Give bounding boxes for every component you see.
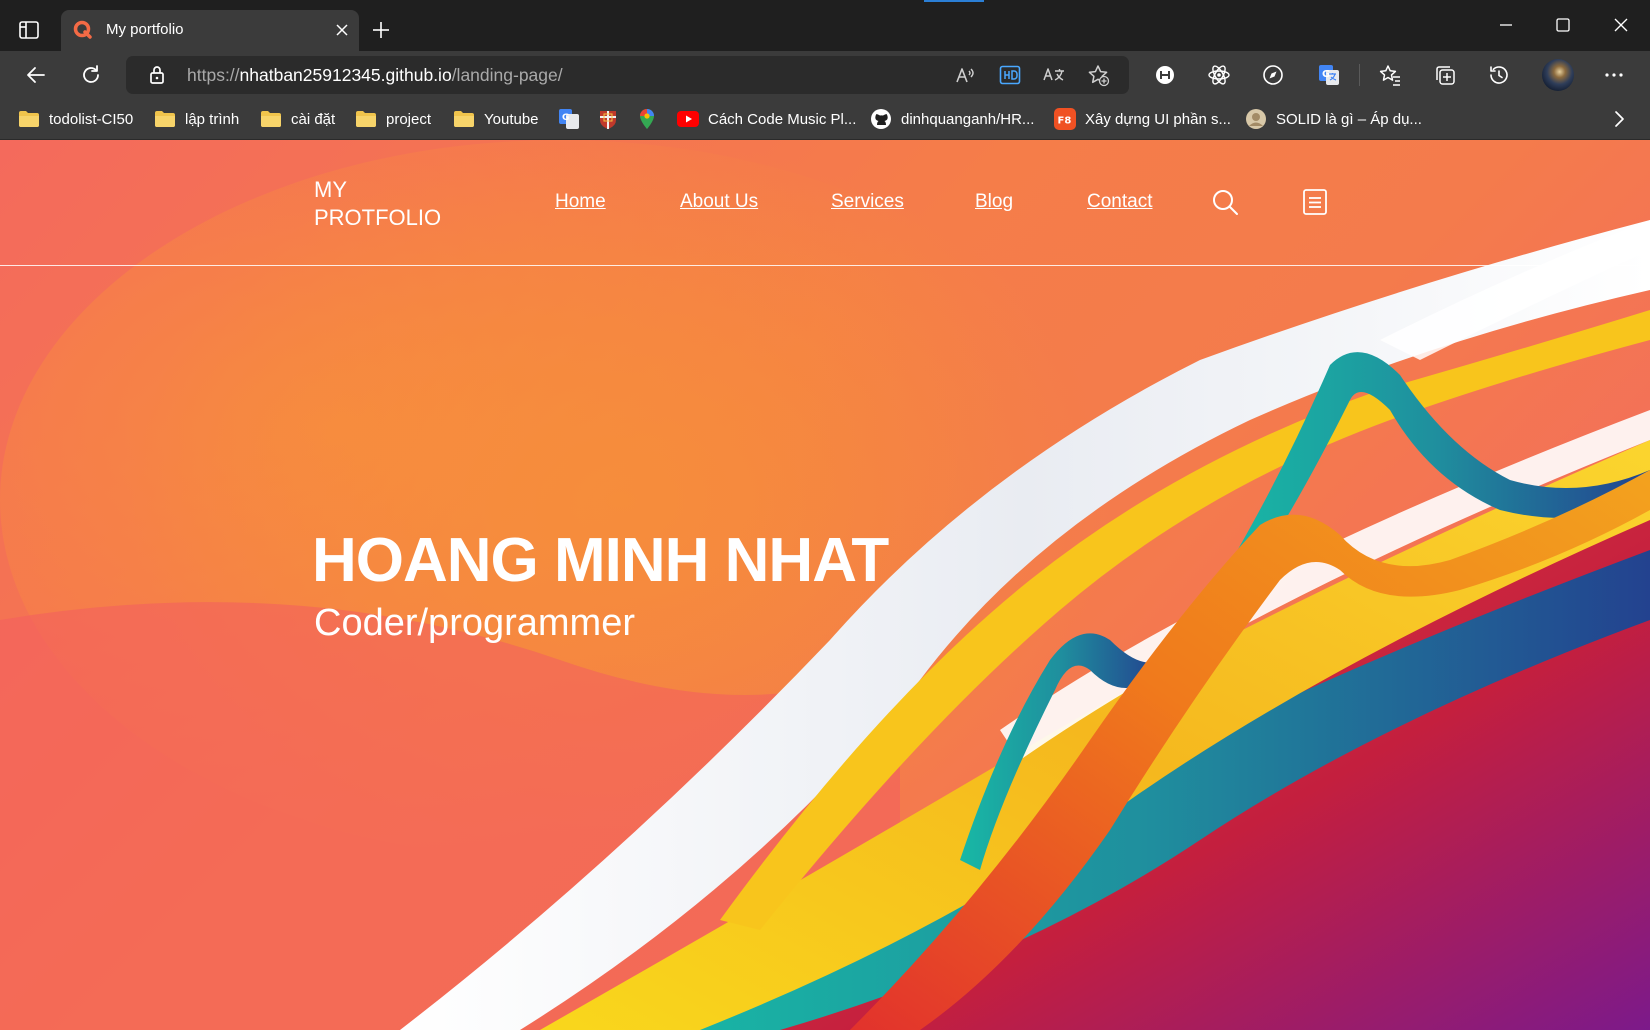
bookmark-label: lập trình [185, 110, 240, 128]
title-accent-line [924, 0, 984, 2]
google-maps-icon [640, 109, 654, 129]
maximize-icon[interactable] [1553, 15, 1573, 35]
title-bar: My portfolio [0, 0, 1650, 51]
nav-home[interactable]: Home [555, 191, 606, 213]
folder-icon [261, 111, 281, 127]
browser-tab-active[interactable]: My portfolio [61, 10, 359, 51]
favorites-icon[interactable] [1378, 63, 1402, 87]
tab-title: My portfolio [106, 21, 184, 38]
bookmark-label: project [386, 110, 432, 128]
history-icon[interactable] [1487, 63, 1511, 87]
web-page: MY PROTFOLIO Home About Us Services Blog… [0, 140, 1650, 1030]
bookmark-label: dinhquanganh/HR... [901, 110, 1035, 128]
address-bar[interactable]: https://nhatban25912345.github.io/landin… [126, 56, 1129, 94]
bookmark-folder-lap-trinh[interactable]: lập trình [154, 99, 239, 139]
window-close-icon[interactable] [1611, 15, 1631, 35]
bookmark-folder-todolist[interactable]: todolist-CI50 [18, 99, 133, 139]
nav-contact[interactable]: Contact [1087, 191, 1152, 213]
bookmark-folder-youtube[interactable]: Youtube [453, 99, 539, 139]
youtube-icon [677, 111, 699, 127]
bookmark-label: SOLID là gì – Áp dụ... [1276, 110, 1422, 128]
site-logo[interactable]: MY PROTFOLIO [314, 176, 441, 232]
add-favorite-icon[interactable] [1086, 63, 1110, 87]
url-scheme: https:// [187, 65, 240, 85]
chevron-right-icon[interactable] [1610, 110, 1628, 128]
bookmark-folder-cai-dat[interactable]: cài đặt [260, 99, 335, 139]
back-arrow-icon[interactable] [24, 63, 48, 87]
bookmark-label: Xây dựng UI phần s... [1085, 110, 1231, 128]
new-tab-icon[interactable] [372, 21, 390, 39]
tab-actions-icon[interactable] [18, 19, 40, 41]
nav-services[interactable]: Services [831, 191, 904, 213]
react-devtools-icon[interactable] [1207, 63, 1231, 87]
bookmark-github-dinhquanganh[interactable]: dinhquanganh/HR... [870, 99, 1034, 139]
portfolio-favicon-icon [73, 20, 92, 39]
svg-text:G: G [562, 113, 569, 123]
bookmark-solid[interactable]: SOLID là gì – Áp dụ... [1245, 99, 1422, 139]
bookmark-label: Youtube [484, 110, 539, 128]
site-avatar-icon [1246, 109, 1266, 129]
translate-icon[interactable] [1042, 63, 1066, 87]
bookmark-google-maps[interactable] [636, 99, 658, 139]
hero-name: HOANG MINH NHAT [312, 526, 889, 595]
bookmark-university[interactable] [597, 99, 619, 139]
browser-toolbar: https://nhatban25912345.github.io/landin… [0, 51, 1650, 99]
bookmark-folder-project[interactable]: project [355, 99, 431, 139]
bookmark-google-translate[interactable]: G [558, 99, 580, 139]
lock-icon[interactable] [145, 63, 169, 87]
bookmarks-bar: todolist-CI50 lập trình cài đặt project … [0, 99, 1650, 140]
google-translate-icon: G [559, 109, 579, 129]
extension-circle-icon[interactable] [1153, 63, 1177, 87]
f8-badge-text: F8 [1058, 116, 1072, 127]
google-translate-extension-icon[interactable]: G [1317, 63, 1341, 87]
collections-icon[interactable] [1433, 63, 1457, 87]
folder-icon [454, 111, 474, 127]
menu-icon[interactable] [1301, 188, 1329, 216]
profile-avatar[interactable] [1542, 59, 1574, 91]
f8-icon: F8 [1054, 108, 1076, 130]
site-header: MY PROTFOLIO Home About Us Services Blog… [0, 140, 1650, 266]
url-text[interactable]: https://nhatban25912345.github.io/landin… [187, 65, 563, 86]
bookmark-label: Cách Code Music Pl... [708, 110, 857, 128]
svg-text:G: G [1322, 69, 1330, 80]
refresh-icon[interactable] [79, 63, 103, 87]
nav-blog[interactable]: Blog [975, 191, 1013, 213]
close-tab-icon[interactable] [335, 23, 349, 37]
hero-role: Coder/programmer [314, 602, 635, 644]
browser-window: My portfolio https://nhatban25912345.git… [0, 0, 1650, 1030]
url-host: nhatban25912345.github.io [239, 65, 452, 85]
logo-line-1: MY [314, 177, 347, 202]
bookmark-xay-dung-ui[interactable]: F8 Xây dựng UI phần s... [1054, 99, 1231, 139]
hd-video-icon[interactable] [998, 63, 1022, 87]
github-icon [871, 109, 891, 129]
read-aloud-icon[interactable] [953, 63, 977, 87]
folder-icon [19, 111, 39, 127]
folder-icon [356, 111, 376, 127]
folder-icon [155, 111, 175, 127]
bookmark-label: cài đặt [291, 110, 336, 128]
more-options-icon[interactable] [1602, 63, 1626, 87]
logo-line-2: PROTFOLIO [314, 205, 442, 230]
toolbar-separator [1359, 64, 1360, 86]
bookmark-label: todolist-CI50 [49, 110, 134, 128]
url-path: /landing-page/ [451, 65, 563, 85]
bookmark-cach-code-music[interactable]: Cách Code Music Pl... [677, 99, 856, 139]
minimize-icon[interactable] [1496, 15, 1516, 35]
compass-icon[interactable] [1261, 63, 1285, 87]
search-icon[interactable] [1211, 188, 1239, 216]
nav-about-us[interactable]: About Us [680, 191, 758, 213]
university-crest-icon [600, 111, 616, 129]
